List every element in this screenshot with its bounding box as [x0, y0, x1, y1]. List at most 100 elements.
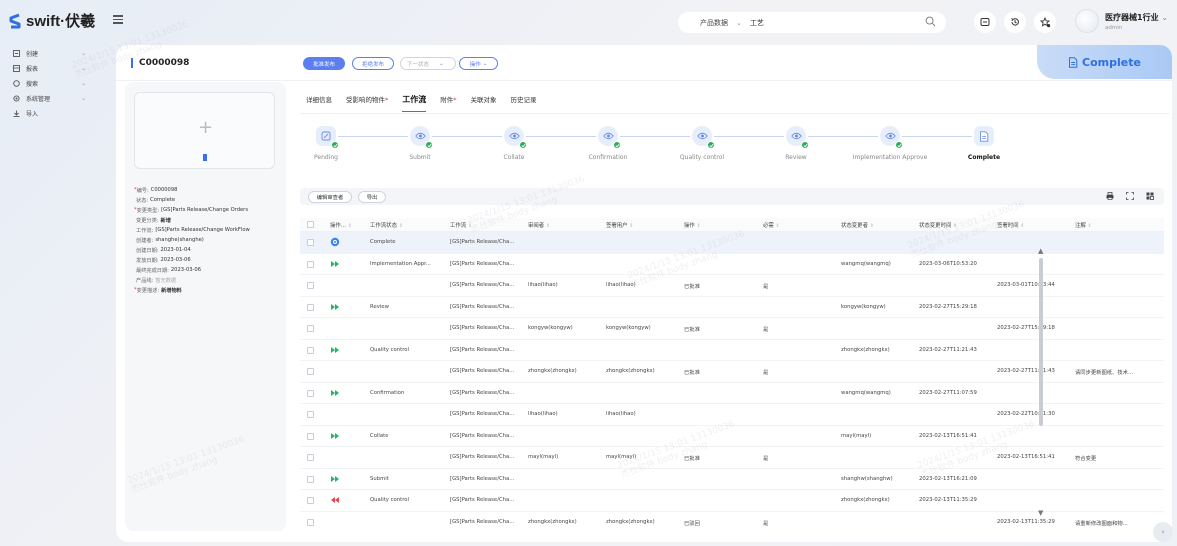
forward-icon[interactable] — [330, 431, 340, 441]
collapse-panel-button[interactable]: ‹ — [1153, 522, 1173, 542]
workflow-step[interactable]: Implementation Approve — [840, 126, 940, 161]
table-row[interactable]: Complete [GS]Parts Release/Cha... — [300, 232, 1164, 254]
table-row[interactable]: Confirmation [GS]Parts Release/Cha... wang… — [300, 383, 1164, 404]
nav-item-create[interactable]: 创建 ⌄ — [0, 46, 110, 61]
column-header[interactable]: 状态变更时间 ⇕ — [919, 221, 957, 229]
row-checkbox[interactable] — [307, 260, 314, 268]
column-header[interactable]: 工作流 ⇕ — [450, 221, 472, 229]
row-checkbox[interactable] — [307, 411, 314, 418]
table-row[interactable]: [GS]Parts Release/Cha... lihao(lihao) liha… — [300, 275, 1164, 297]
search-icon[interactable] — [925, 16, 936, 27]
table-row[interactable]: Quality control [GS]Parts Release/Cha... z… — [300, 340, 1164, 361]
cell-note: 请同步更新图纸、技术... — [1075, 370, 1134, 376]
tab-6[interactable]: 历史记录 — [511, 94, 537, 109]
forward-icon[interactable] — [330, 345, 340, 355]
table-scrollbar[interactable]: ▲ ▼ — [1038, 248, 1044, 526]
edit-reviewer-button[interactable]: 编辑审查者 — [308, 191, 352, 203]
row-checkbox[interactable] — [307, 325, 314, 332]
print-icon[interactable] — [1106, 192, 1114, 200]
column-header[interactable]: 操作 ⇕ — [684, 221, 701, 229]
row-checkbox[interactable] — [307, 368, 314, 375]
row-checkbox[interactable] — [307, 475, 314, 483]
row-checkbox[interactable] — [307, 432, 314, 440]
column-header[interactable]: 状态变更者 ⇕ — [841, 221, 874, 229]
current-state-icon[interactable] — [330, 237, 340, 247]
cell-stime: 2023-02-27T11:21:43 — [997, 368, 1055, 374]
nav-item-report[interactable]: 报表 ⌄ — [0, 61, 110, 76]
table-row[interactable]: [GS]Parts Release/Cha... kongyw(kongyw) ko… — [300, 318, 1164, 340]
cell-ctime: 2023-02-27T15:29:18 — [919, 303, 977, 310]
menu-toggle-icon[interactable] — [113, 15, 123, 24]
cell-wf: [GS]Parts Release/Cha... — [450, 389, 515, 396]
tab-4[interactable]: 附件* — [440, 94, 456, 109]
workflow-step[interactable]: Pending — [276, 126, 376, 161]
export-button[interactable]: 导出 — [358, 191, 386, 203]
scroll-up-icon[interactable]: ▲ — [1038, 248, 1043, 255]
rewind-icon[interactable] — [330, 495, 340, 505]
column-header-label: 审阅者 — [528, 223, 545, 229]
favorites-button[interactable] — [1034, 11, 1056, 33]
row-checkbox[interactable] — [307, 303, 314, 311]
global-search[interactable]: 产品数据 ⌄ 工艺 — [678, 12, 946, 33]
forward-icon[interactable] — [330, 474, 340, 484]
table-row[interactable]: Implementation Appr... [GS]Parts Release/… — [300, 254, 1164, 275]
nav-item-import[interactable]: 导入 — [0, 106, 110, 121]
row-checkbox[interactable] — [307, 282, 314, 289]
column-header[interactable]: 注解 ⇕ — [1075, 221, 1092, 229]
row-checkbox[interactable] — [307, 389, 314, 397]
scrollbar-thumb[interactable] — [1039, 258, 1043, 426]
tab-1[interactable]: 详细信息 — [306, 94, 332, 109]
column-settings-icon[interactable] — [1146, 192, 1154, 200]
table-row[interactable]: Quality control [GS]Parts Release/Cha... z… — [300, 490, 1164, 512]
forward-icon[interactable] — [330, 302, 340, 312]
workflow-step[interactable]: Review — [746, 126, 846, 161]
cell-req: 是 — [763, 520, 769, 527]
search-type-select[interactable]: 产品数据 — [700, 18, 728, 28]
forward-icon[interactable] — [330, 259, 340, 269]
reject-publish-button[interactable]: 拒绝发布 — [352, 57, 394, 70]
tab-5[interactable]: 关联对象 — [471, 94, 497, 109]
cell-changer: zhongkx(zhongkx) — [841, 497, 890, 503]
column-header[interactable]: 必需 ⇕ — [763, 221, 780, 229]
tab-3[interactable]: 工作流 — [402, 94, 427, 112]
workflow-step[interactable]: Complete — [934, 126, 1034, 161]
approve-publish-button[interactable]: 批准发布 — [303, 57, 345, 70]
thumbnail-upload[interactable]: + — [134, 92, 275, 169]
row-checkbox[interactable] — [307, 346, 314, 354]
column-header[interactable]: 操作... ⇕ — [330, 221, 352, 229]
table-row[interactable]: [GS]Parts Release/Cha... zhongkx(zhongkx)… — [300, 361, 1164, 383]
history-button[interactable] — [1004, 11, 1026, 33]
nav-item-system-admin[interactable]: 系统管理 ⌄ — [0, 91, 110, 106]
user-menu[interactable]: 医疗器械1行业 ⌄ admin — [1075, 9, 1168, 33]
row-checkbox[interactable] — [307, 454, 314, 461]
table-row[interactable]: Collate [GS]Parts Release/Cha... mayl(mayl… — [300, 426, 1164, 447]
tab-2[interactable]: 受影响的物件* — [346, 94, 388, 109]
fullscreen-icon[interactable] — [1126, 192, 1134, 200]
table-row[interactable]: [GS]Parts Release/Cha... lihao(lihao) liha… — [300, 404, 1164, 426]
property-value: 暂无数据 — [155, 277, 177, 284]
table-row[interactable]: [GS]Parts Release/Cha... zhongkx(zhongkx)… — [300, 512, 1164, 533]
workflow-step[interactable]: Quality control — [652, 126, 752, 161]
workflow-step[interactable]: Confirmation — [558, 126, 658, 161]
nav-item-search[interactable]: 搜索 ⌄ — [0, 76, 110, 91]
select-all-checkbox[interactable] — [307, 221, 314, 228]
column-header[interactable]: 签署用户 ⇕ — [606, 221, 634, 229]
scroll-down-icon[interactable]: ▼ — [1038, 510, 1043, 517]
workflow-step[interactable]: Submit — [370, 126, 470, 161]
row-checkbox[interactable] — [307, 518, 314, 526]
table-row[interactable]: Review [GS]Parts Release/Cha... kongyw(kon… — [300, 297, 1164, 318]
next-state-select[interactable]: 下一状态 ⌄ — [400, 57, 456, 70]
column-header[interactable]: 工作流状态 ⇕ — [370, 221, 403, 229]
table-row[interactable]: [GS]Parts Release/Cha... mayl(mayl) mayl(m… — [300, 447, 1164, 469]
forward-icon[interactable] — [330, 388, 340, 398]
scan-button[interactable] — [974, 11, 996, 33]
table-row[interactable]: Submit [GS]Parts Release/Cha... shanghw(sh… — [300, 469, 1164, 490]
row-checkbox[interactable] — [307, 239, 314, 246]
logo[interactable]: swift·伏羲 — [8, 10, 95, 31]
column-header[interactable]: 签署时间 ⇕ — [997, 221, 1025, 229]
column-header[interactable]: 审阅者 ⇕ — [528, 221, 550, 229]
row-checkbox[interactable] — [307, 497, 314, 504]
search-input[interactable]: 工艺 — [750, 18, 764, 28]
operate-menu-button[interactable]: 操作 ⌄ — [459, 57, 498, 70]
workflow-step[interactable]: Collate — [464, 126, 564, 161]
